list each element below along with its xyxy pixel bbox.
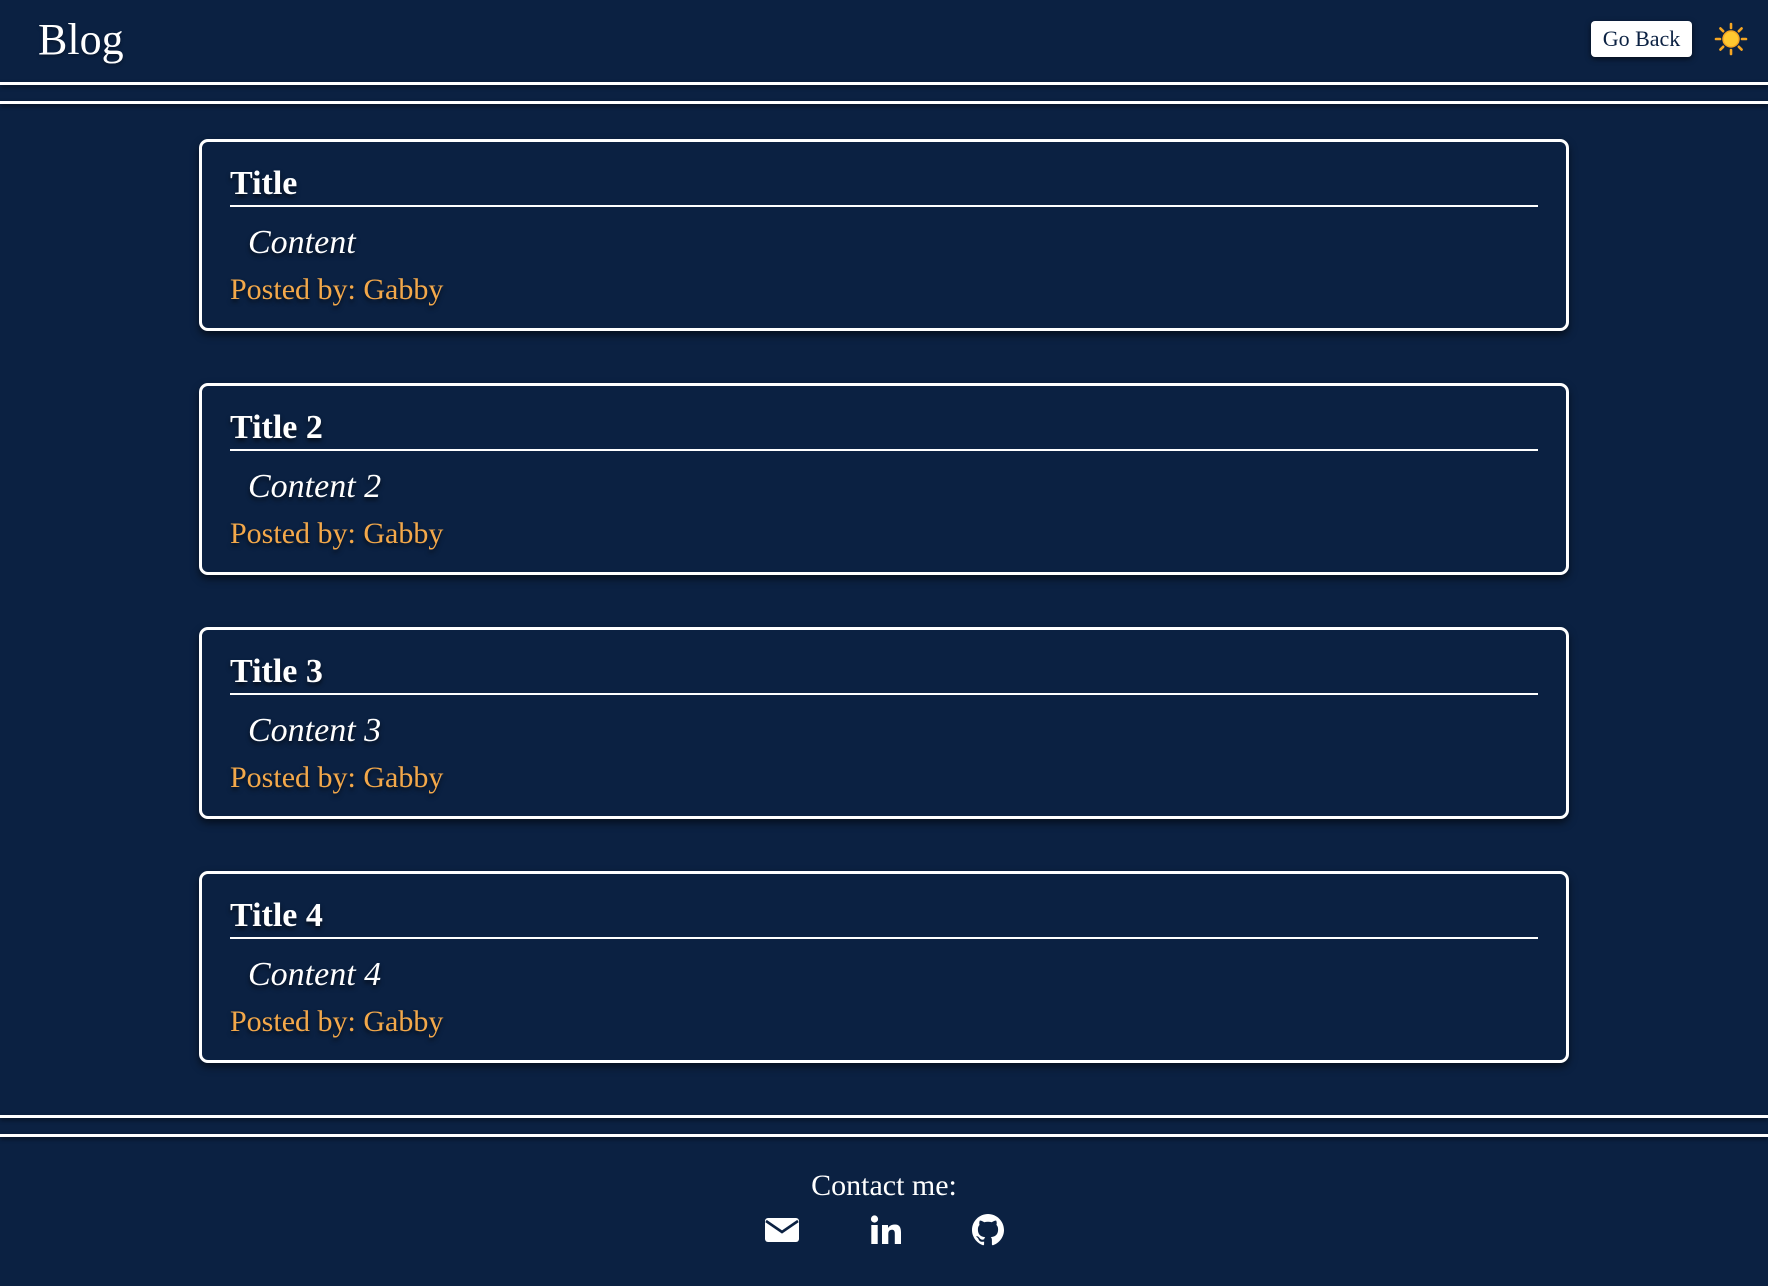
post-author: Posted by: Gabby: [230, 517, 444, 550]
post-divider: [230, 693, 1538, 695]
post-content: Content: [248, 224, 356, 261]
post-card[interactable]: Title Content Posted by: Gabby: [199, 139, 1569, 331]
linkedin-icon[interactable]: [868, 1212, 904, 1248]
footer-rule-bottom: [0, 1134, 1768, 1137]
post-content: Content 4: [248, 956, 382, 993]
post-card[interactable]: Title 4 Content 4 Posted by: Gabby: [199, 871, 1569, 1063]
header-rule-top: [0, 82, 1768, 85]
post-list: Title Content Posted by: Gabby Title 2 C…: [199, 139, 1569, 1115]
post-content: Content 3: [248, 712, 382, 749]
post-title: Title: [230, 165, 298, 202]
go-back-button[interactable]: Go Back: [1591, 21, 1692, 57]
post-card[interactable]: Title 2 Content 2 Posted by: Gabby: [199, 383, 1569, 575]
post-divider: [230, 937, 1538, 939]
post-author: Posted by: Gabby: [230, 273, 444, 306]
contact-label: Contact me:: [811, 1169, 957, 1202]
contact-links: [0, 1212, 1768, 1248]
sun-icon[interactable]: [1714, 22, 1748, 56]
envelope-icon[interactable]: [764, 1212, 800, 1248]
post-author: Posted by: Gabby: [230, 1005, 444, 1038]
footer-rule-top: [0, 1115, 1768, 1118]
github-icon[interactable]: [970, 1212, 1006, 1248]
post-divider: [230, 205, 1538, 207]
post-content: Content 2: [248, 468, 382, 505]
post-title: Title 4: [230, 897, 323, 934]
post-title: Title 3: [230, 653, 323, 690]
post-author: Posted by: Gabby: [230, 761, 444, 794]
post-title: Title 2: [230, 409, 323, 446]
header-rule-bottom: [0, 101, 1768, 104]
post-divider: [230, 449, 1538, 451]
post-card[interactable]: Title 3 Content 3 Posted by: Gabby: [199, 627, 1569, 819]
blog-page: Blog Go Back Title Content Posted by: Ga…: [0, 0, 1768, 1286]
brand-title[interactable]: Blog: [38, 14, 124, 66]
header: Blog Go Back: [0, 0, 1768, 82]
